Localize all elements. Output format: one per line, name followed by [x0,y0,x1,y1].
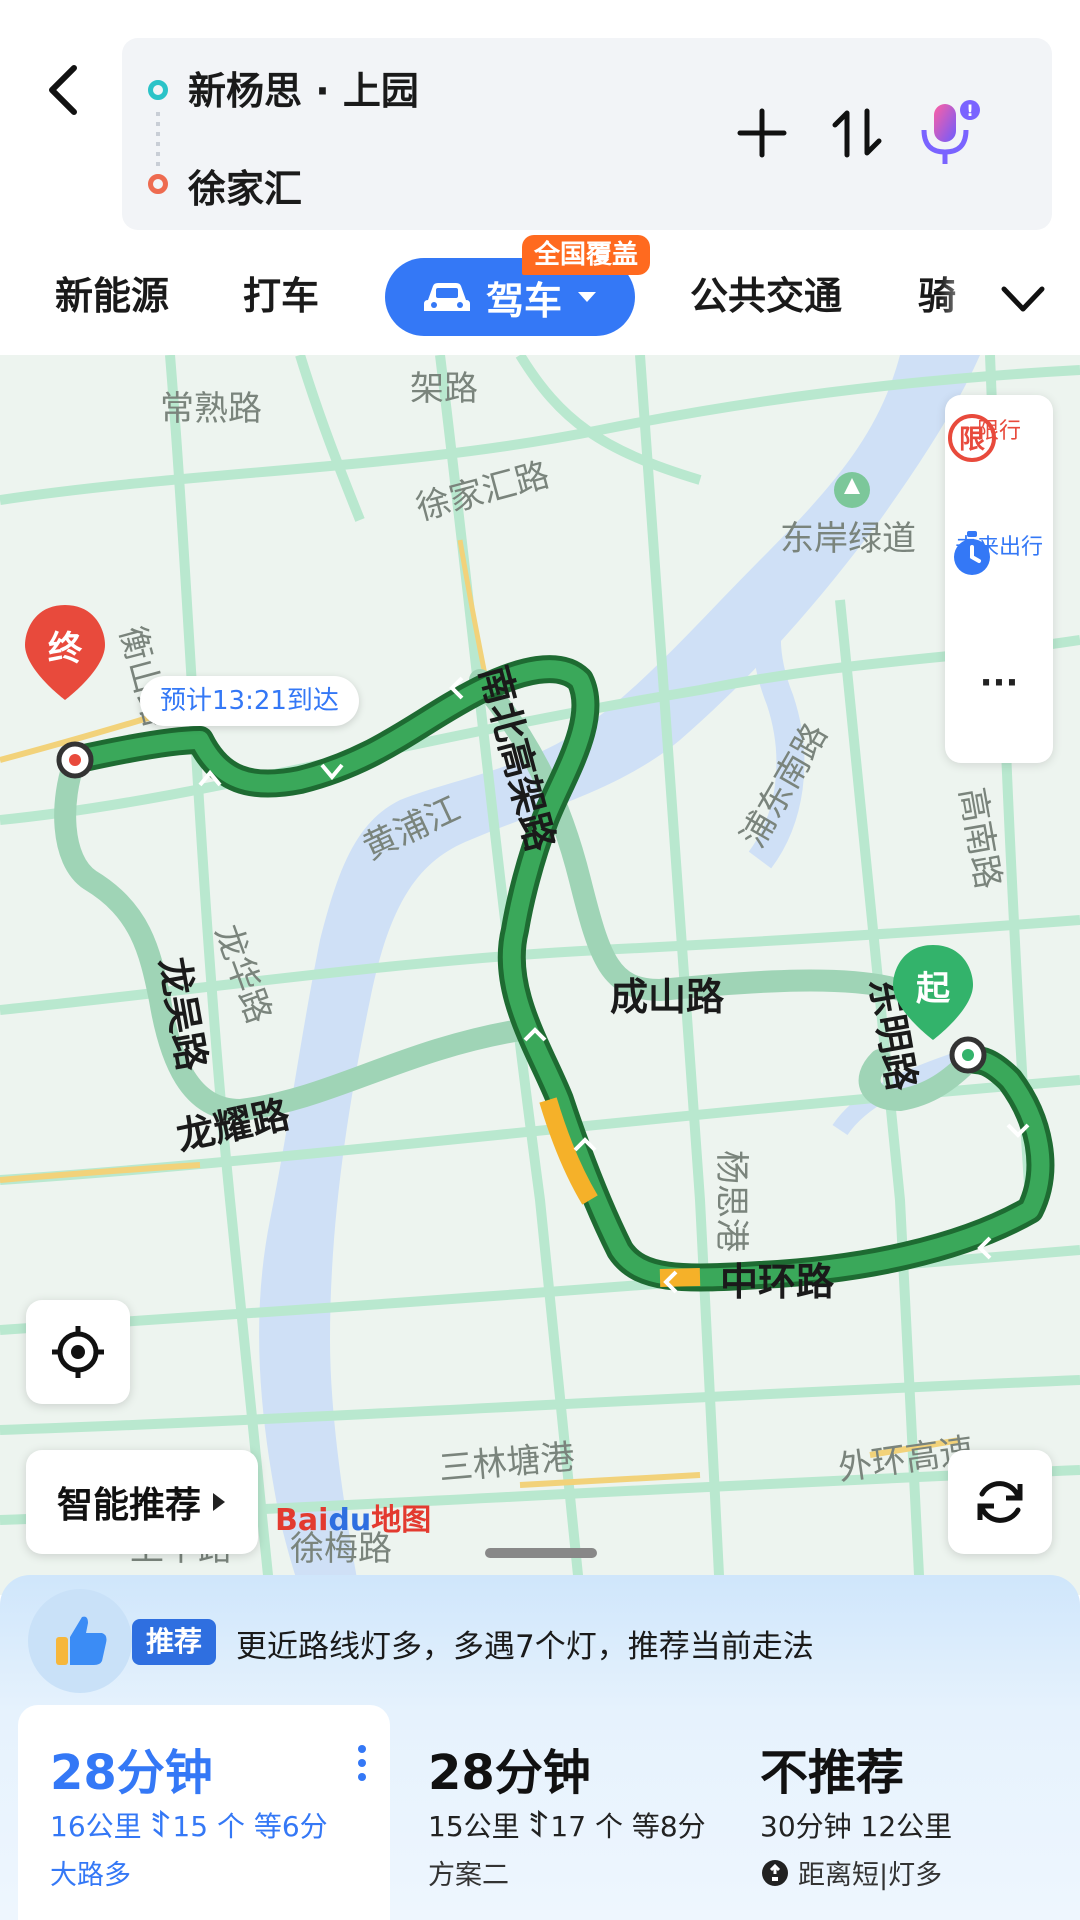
more-options-icon[interactable]: ··· [945,663,1053,703]
dropdown-triangle-icon [578,292,596,302]
locate-me-button[interactable] [26,1300,130,1404]
refresh-route-button[interactable] [948,1450,1052,1554]
tab-taxi[interactable]: 打车 [243,265,319,320]
route-2-time: 28分钟 [428,1745,591,1801]
crosshair-icon [52,1326,104,1378]
route-sheet: 推荐 更近路线灯多，多遇7个灯，推荐当前走法 28分钟 16公里 ꄸ15 个 等… [0,1575,1080,1920]
baidu-map-logo: Baidu地图 [275,1503,432,1538]
restriction-button[interactable]: 限 限行 [945,411,1053,462]
map-label-yangsi-harbor: 杨思港 [711,1150,751,1252]
start-point-icon [148,80,168,100]
start-location-field[interactable]: 新杨思 · 上园 [188,60,419,115]
transport-tabs: 新能源 打车 驾车 全国覆盖 公共交通 骑 [0,235,1080,355]
eta-bubble: 预计13:21到达 [140,676,359,726]
end-point-icon [148,174,168,194]
map-label-middle-ring: 中环路 [720,1260,835,1304]
svg-text:限: 限 [959,425,985,455]
route-2-stats: 15公里 ꄸ17 个 等8分 [428,1805,706,1845]
drag-handle[interactable] [485,1548,597,1558]
route-3-title: 不推荐 [760,1745,905,1801]
map-label-gaonan-road: 高南路 [951,785,1008,892]
route-1-wait: 等6分 [253,1810,328,1843]
map-label-changshu-road: 常熟路 [160,389,262,429]
route-warning-icon [762,1859,788,1886]
route-connector [156,112,160,166]
route-input-box[interactable]: 新杨思 · 上园 徐家汇 ! [122,38,1052,230]
route-option-1[interactable]: 28分钟 16公里 ꄸ15 个 等6分 大路多 [18,1705,390,1920]
voice-mic-icon[interactable]: ! [912,98,982,168]
end-marker[interactable]: 终 [25,605,105,700]
recommend-text: 更近路线灯多，多遇7个灯，推荐当前走法 [236,1629,814,1665]
play-triangle-icon [213,1493,225,1511]
top-bar: 新杨思 · 上园 徐家汇 ! 新能源 打车 驾车 全国覆盖 公共交通 骑 [0,0,1080,355]
thumbs-up-icon [28,1589,132,1693]
traffic-light-icon: ꄸ [150,1810,173,1843]
route-3-note-row: 距离短|灯多 [760,1853,942,1892]
route-2-distance: 15公里 [428,1810,520,1843]
end-location-field[interactable]: 徐家汇 [188,158,302,213]
traffic-light-icon: ꄸ [528,1810,551,1843]
start-marker-label: 起 [916,969,951,1009]
route-option-3[interactable]: 不推荐 30分钟 12公里 距离短|灯多 [720,1705,1063,1920]
route-options: 28分钟 16公里 ꄸ15 个 等6分 大路多 28分钟 15公里 ꄸ17 个 … [18,1705,1063,1920]
route-1-distance: 16公里 [50,1810,142,1843]
map-side-panel: 限 限行 未来出行 ··· [945,395,1053,763]
end-marker-label: 终 [48,629,83,669]
route-1-note: 大路多 [50,1860,131,1891]
route-2-wait: 等8分 [631,1810,706,1843]
future-trip-button[interactable]: 未来出行 [945,527,1053,575]
map-canvas: 常熟路 架路 徐家汇路 东岸绿道 黄浦江 浦东南路 龙华路 上中路 三林塘港 外… [0,355,1080,1595]
route-1-time: 28分钟 [50,1745,213,1801]
map-label-xujiahui-road: 徐家汇路 [412,455,554,529]
car-icon [423,283,470,311]
route-2-lights: 17 个 [550,1810,623,1843]
route-1-lights: 15 个 [172,1810,245,1843]
back-icon[interactable] [42,60,86,120]
tab-drive-label: 驾车 [485,278,562,323]
map-label-chengshan-road: 成山路 [610,975,725,1019]
refresh-icon [977,1481,1023,1523]
tab-public-transit[interactable]: 公共交通 [690,265,842,320]
tabs-fade [940,255,1000,345]
chevron-down-icon[interactable] [998,279,1048,319]
swap-route-icon[interactable] [822,98,892,168]
route-option-2[interactable]: 28分钟 15公里 ꄸ17 个 等8分 方案二 [390,1705,720,1920]
route-1-stats: 16公里 ꄸ15 个 等6分 [50,1805,328,1845]
add-waypoint-icon[interactable] [727,98,797,168]
tab-new-energy[interactable]: 新能源 [55,265,169,320]
route-3-detail: 30分钟 12公里 [760,1810,953,1843]
smart-recommend-label: 智能推荐 [56,1485,201,1526]
map-view[interactable]: 常熟路 架路 徐家汇路 东岸绿道 黄浦江 浦东南路 龙华路 上中路 三林塘港 外… [0,355,1080,1595]
route-2-note: 方案二 [428,1860,509,1891]
coverage-badge: 全国覆盖 [522,235,651,275]
smart-recommend-button[interactable]: 智能推荐 [26,1450,258,1554]
map-label-jia-road: 架路 [410,369,478,409]
route-1-more-icon[interactable] [358,1745,366,1785]
map-label-longwu-road: 龙吴路 [151,954,214,1075]
recommend-tag: 推荐 [132,1619,217,1665]
stopwatch-icon [954,531,990,575]
route-3-note: 距离短|灯多 [798,1860,943,1891]
svg-text:!: ! [966,101,973,120]
map-label-east-bank-greenway: 东岸绿道 [780,519,916,559]
restriction-icon: 限 [948,414,996,462]
